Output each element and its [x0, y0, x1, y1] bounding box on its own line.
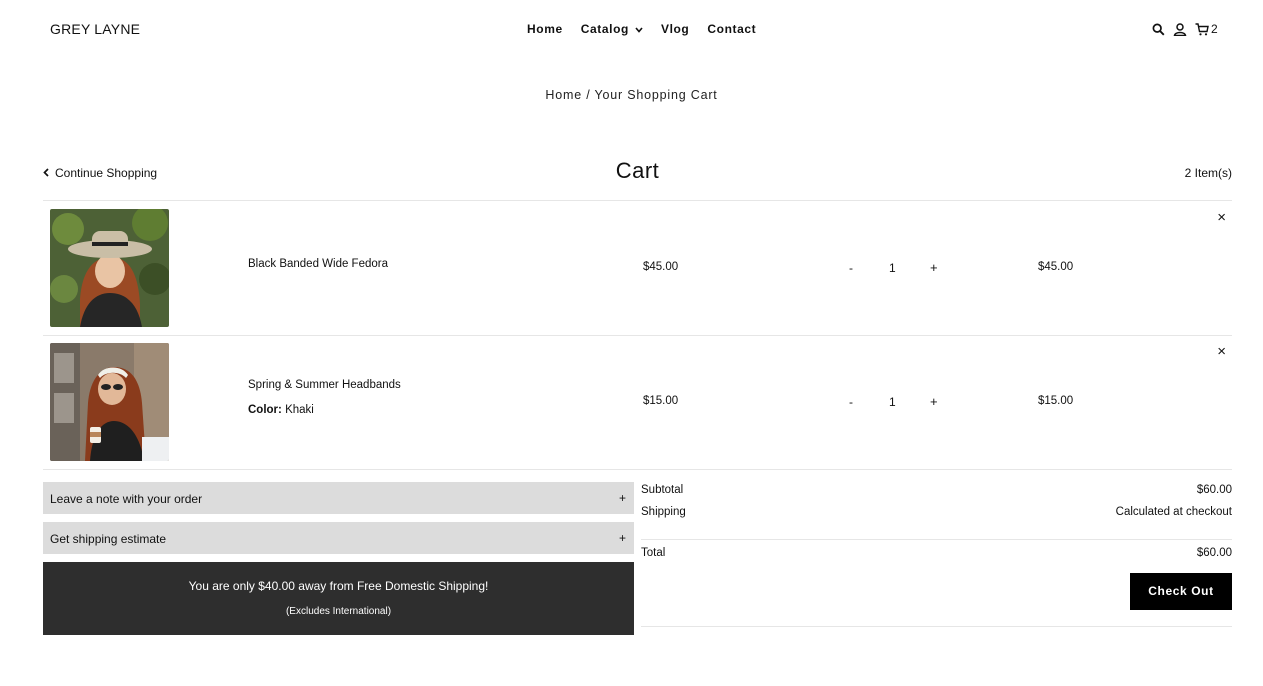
product-price: $45.00 — [643, 261, 679, 273]
order-note-label: Leave a note with your order — [50, 492, 203, 506]
cart-icon[interactable]: 2 — [1195, 22, 1218, 36]
checkout-button[interactable]: Check Out — [1130, 573, 1232, 610]
product-variant: Color: Khaki — [248, 404, 314, 416]
subtotal-value: $60.00 — [1196, 484, 1232, 496]
qty-decrease-button[interactable]: - — [849, 395, 853, 409]
nav-catalog[interactable]: Catalog — [581, 22, 643, 36]
qty-decrease-button[interactable]: - — [849, 261, 853, 275]
subtotal-label: Subtotal — [641, 484, 684, 496]
order-note-accordion[interactable]: Leave a note with your order + — [43, 482, 634, 514]
subtotal-row: Subtotal $60.00 — [641, 484, 1232, 496]
line-total: $15.00 — [1038, 395, 1074, 407]
product-name[interactable]: Black Banded Wide Fedora — [248, 258, 388, 270]
nav-vlog[interactable]: Vlog — [661, 22, 689, 36]
qty-value[interactable]: 1 — [889, 395, 896, 409]
divider — [43, 469, 1232, 470]
header-icons: 2 — [1152, 22, 1218, 36]
divider — [641, 539, 1232, 540]
total-row: Total $60.00 — [641, 547, 1232, 559]
search-icon[interactable] — [1152, 23, 1165, 36]
continue-shopping-link[interactable]: Continue Shopping — [43, 166, 157, 180]
divider — [641, 626, 1232, 627]
shipping-row: Shipping Calculated at checkout — [641, 506, 1232, 518]
cart-count: 2 — [1211, 22, 1218, 36]
chevron-left-icon — [43, 166, 49, 180]
qty-value[interactable]: 1 — [889, 261, 896, 275]
qty-increase-button[interactable]: + — [930, 260, 938, 275]
shipping-estimate-accordion[interactable]: Get shipping estimate + — [43, 522, 634, 554]
shipping-value: Calculated at checkout — [1115, 506, 1232, 518]
breadcrumb[interactable]: Home / Your Shopping Cart — [0, 88, 1263, 102]
shipping-label: Shipping — [641, 506, 686, 518]
total-label: Total — [641, 547, 666, 559]
nav-catalog-label: Catalog — [580, 22, 629, 36]
main-nav: Home Catalog Vlog Contact — [527, 22, 756, 36]
cart-item: Spring & Summer Headbands Color: Khaki $… — [43, 335, 1232, 469]
page-title: Cart — [615, 158, 660, 183]
cart-header: Cart Continue Shopping 2 Item(s) — [43, 158, 1232, 190]
shipping-estimate-label: Get shipping estimate — [50, 532, 167, 546]
product-price: $15.00 — [643, 395, 679, 407]
expand-icon: + — [618, 491, 626, 505]
remove-item-button[interactable]: × — [1217, 343, 1226, 360]
site-header: GREY LAYNE Home Catalog Vlog Contact 2 — [0, 0, 1263, 60]
free-shipping-note: (Excludes International) — [285, 606, 392, 617]
nav-contact[interactable]: Contact — [707, 22, 756, 36]
product-name[interactable]: Spring & Summer Headbands — [248, 379, 401, 391]
chevron-down-icon — [635, 22, 643, 36]
free-shipping-message: You are only $40.00 away from Free Domes… — [188, 579, 489, 593]
expand-icon: + — [618, 531, 626, 545]
continue-shopping-label: Continue Shopping — [55, 166, 158, 180]
free-shipping-banner: You are only $40.00 away from Free Domes… — [43, 562, 634, 635]
qty-increase-button[interactable]: + — [930, 394, 938, 409]
product-image-headband[interactable] — [50, 343, 169, 461]
remove-item-button[interactable]: × — [1217, 209, 1226, 226]
item-count: 2 Item(s) — [1184, 166, 1232, 180]
account-icon[interactable] — [1173, 22, 1187, 36]
line-total: $45.00 — [1038, 261, 1074, 273]
variant-label: Color: — [248, 404, 282, 416]
product-image-fedora[interactable] — [50, 209, 169, 327]
cart-item: Black Banded Wide Fedora $45.00 - 1 + $4… — [43, 201, 1232, 335]
nav-home[interactable]: Home — [527, 22, 563, 36]
variant-value: Khaki — [285, 404, 314, 416]
total-value: $60.00 — [1196, 547, 1232, 559]
store-logo[interactable]: GREY LAYNE — [50, 21, 140, 37]
